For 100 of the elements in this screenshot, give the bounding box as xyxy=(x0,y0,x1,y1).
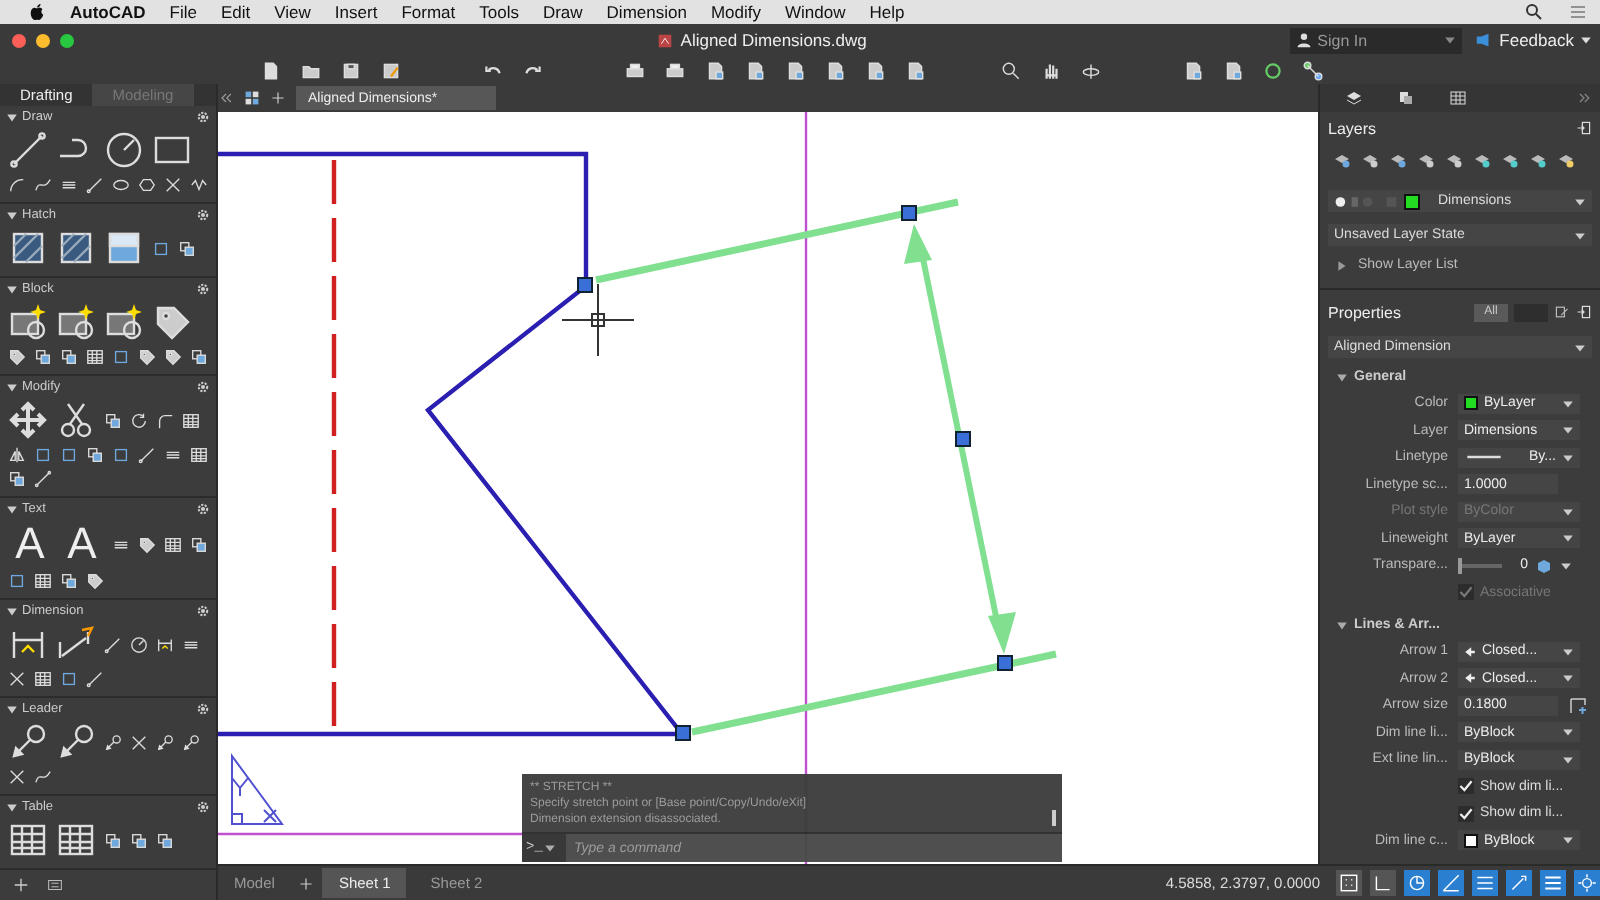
collapse-triangle-icon[interactable] xyxy=(6,111,18,123)
aligned-dimension-icon[interactable] xyxy=(56,624,96,664)
edit-icon[interactable] xyxy=(1554,304,1570,320)
ray-icon[interactable] xyxy=(86,670,104,688)
tag-icon[interactable] xyxy=(138,348,156,366)
grip-handle[interactable] xyxy=(901,205,917,221)
table-icon[interactable] xyxy=(56,820,96,860)
settings-icon[interactable] xyxy=(196,502,210,516)
cross-icon[interactable] xyxy=(8,670,26,688)
expand-triangle-icon[interactable] xyxy=(1336,259,1348,271)
maximize-button[interactable] xyxy=(60,33,74,47)
move-icon[interactable] xyxy=(8,400,48,440)
fillet-icon[interactable] xyxy=(156,411,174,429)
minimize-button[interactable] xyxy=(36,33,50,47)
grip-handle[interactable] xyxy=(997,655,1013,671)
close-button[interactable] xyxy=(12,33,26,47)
table-icon[interactable] xyxy=(1448,88,1468,108)
settings-icon[interactable] xyxy=(196,208,210,222)
spline-icon[interactable] xyxy=(34,176,52,194)
text-tool-button[interactable]: A xyxy=(60,522,104,566)
document-icon[interactable] xyxy=(824,59,846,81)
sign-in-field[interactable]: Sign In xyxy=(1289,27,1462,53)
block-icon[interactable] xyxy=(104,302,144,342)
collapse-triangle-icon[interactable] xyxy=(6,209,18,221)
palette-menu-icon[interactable] xyxy=(46,876,64,894)
menu-item[interactable]: Draw xyxy=(542,2,583,22)
dock-icon[interactable] xyxy=(1576,304,1592,320)
layer-tool-icon[interactable] xyxy=(1500,150,1520,170)
hatch-icon[interactable] xyxy=(56,228,96,268)
table-icon[interactable] xyxy=(190,446,208,464)
layer-tool-icon[interactable] xyxy=(1472,150,1492,170)
apple-icon[interactable] xyxy=(28,2,46,22)
frame-icon[interactable] xyxy=(8,572,26,590)
pick-point-icon[interactable] xyxy=(1568,695,1588,716)
hatch-icon[interactable] xyxy=(8,228,48,268)
collapse-triangle-icon[interactable] xyxy=(6,503,18,515)
copy-icon[interactable] xyxy=(178,239,196,257)
expand-triangle-icon[interactable] xyxy=(1336,619,1348,631)
linear-dimension-icon[interactable] xyxy=(156,635,174,653)
plus-icon[interactable] xyxy=(270,90,286,106)
frame-icon[interactable] xyxy=(152,239,170,257)
gradient-icon[interactable] xyxy=(104,228,144,268)
menu-item[interactable]: File xyxy=(169,2,197,22)
arc-icon[interactable] xyxy=(8,176,26,194)
plus-icon[interactable] xyxy=(298,875,315,891)
layer-tool-icon[interactable] xyxy=(1332,150,1352,170)
layer-tool-icon[interactable] xyxy=(1556,150,1576,170)
document-icon[interactable] xyxy=(1182,59,1204,81)
dock-icon[interactable] xyxy=(1576,120,1592,136)
table-icon[interactable] xyxy=(34,670,52,688)
spline-icon[interactable] xyxy=(34,768,52,786)
layer-tool-icon[interactable] xyxy=(1444,150,1464,170)
feedback-button[interactable]: Feedback xyxy=(1461,30,1600,50)
sign-in-input[interactable]: Sign In xyxy=(1317,31,1438,49)
settings-icon[interactable] xyxy=(196,380,210,394)
table-icon[interactable] xyxy=(34,572,52,590)
track-icon[interactable] xyxy=(1506,870,1532,896)
double-chevron-icon[interactable] xyxy=(218,90,234,106)
block-icon[interactable] xyxy=(56,302,96,342)
layer-properties-icon[interactable] xyxy=(1344,88,1364,108)
scrollbar-thumb[interactable] xyxy=(1052,810,1056,826)
menu-item[interactable]: Dimension xyxy=(606,2,687,22)
copy-icon[interactable] xyxy=(190,535,208,553)
table-icon[interactable] xyxy=(86,348,104,366)
parallel-lines-icon[interactable] xyxy=(164,446,182,464)
ellipse-icon[interactable] xyxy=(112,176,130,194)
circle-icon[interactable] xyxy=(104,130,144,170)
settings-icon[interactable] xyxy=(196,110,210,124)
document-icon[interactable] xyxy=(864,59,886,81)
polar-icon[interactable] xyxy=(1438,870,1464,896)
mirror-icon[interactable] xyxy=(8,446,26,464)
collapse-triangle-icon[interactable] xyxy=(6,703,18,715)
double-chevron-icon[interactable] xyxy=(1576,90,1592,106)
ray-icon[interactable] xyxy=(138,446,156,464)
layer-tool-icon[interactable] xyxy=(1416,150,1436,170)
menu-item[interactable]: Window xyxy=(785,2,846,22)
collapse-triangle-icon[interactable] xyxy=(6,283,18,295)
leader-icon[interactable] xyxy=(104,733,122,751)
isodraft-icon[interactable] xyxy=(1472,870,1498,896)
layer-cube-icon[interactable] xyxy=(1534,555,1554,576)
circle-icon[interactable] xyxy=(130,635,148,653)
table-icon[interactable] xyxy=(8,820,48,860)
grip-handle[interactable] xyxy=(675,725,691,741)
leader-icon[interactable] xyxy=(156,733,174,751)
nodes-icon[interactable] xyxy=(1302,59,1324,81)
frame-icon[interactable] xyxy=(112,348,130,366)
settings-icon[interactable] xyxy=(196,702,210,716)
expand-triangle-icon[interactable] xyxy=(1336,371,1348,383)
menu-item[interactable]: Insert xyxy=(334,2,378,22)
lineweight-icon[interactable] xyxy=(1540,870,1566,896)
copy-icon[interactable] xyxy=(60,572,78,590)
ortho-icon[interactable] xyxy=(1404,870,1430,896)
menu-item[interactable]: Modify xyxy=(710,2,761,22)
grip-handle[interactable] xyxy=(577,277,593,293)
grid-icon[interactable] xyxy=(1336,870,1362,896)
save-as-icon[interactable] xyxy=(380,59,402,81)
tag-icon[interactable] xyxy=(8,348,26,366)
collapse-triangle-icon[interactable] xyxy=(6,381,18,393)
search-icon[interactable] xyxy=(1000,59,1022,81)
printer-icon[interactable] xyxy=(664,59,686,81)
